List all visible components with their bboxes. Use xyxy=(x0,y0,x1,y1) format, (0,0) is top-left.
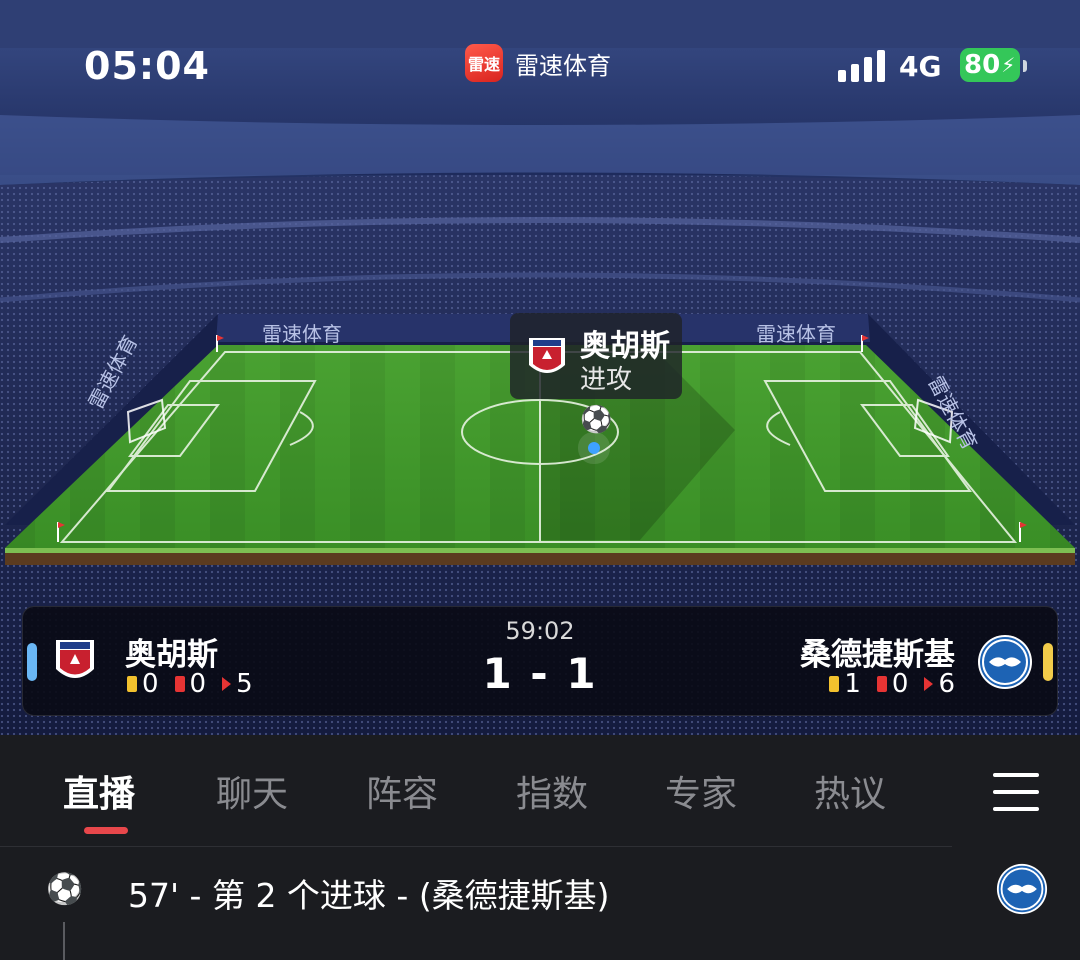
battery-level: 80 xyxy=(964,50,1001,80)
tab-experts[interactable]: 专家 xyxy=(665,765,737,817)
ad-board-top-right: 雷速体育 xyxy=(756,322,836,346)
network-type: 4G xyxy=(899,50,942,83)
event-action: 进攻 xyxy=(580,365,633,395)
status-time: 05:04 xyxy=(84,44,210,88)
timeline-line xyxy=(63,922,65,960)
app-indicator[interactable]: 雷速 雷速体育 xyxy=(465,44,611,82)
scoreboard[interactable]: 奥胡斯 0 0 5 59:02 1 - 1 桑德捷斯基 1 0 6 xyxy=(22,606,1058,716)
charging-bolt-icon: ⚡ xyxy=(1001,53,1016,77)
app-logo-icon: 雷速 xyxy=(465,44,503,82)
menu-icon[interactable] xyxy=(993,773,1039,811)
away-team-name: 桑德捷斯基 xyxy=(800,637,955,673)
app-name: 雷速体育 xyxy=(515,51,611,80)
away-corner-count: 6 xyxy=(938,669,955,699)
away-yellow-count: 1 xyxy=(844,669,861,699)
tab-chat[interactable]: 聊天 xyxy=(216,765,288,817)
tab-discussion[interactable]: 热议 xyxy=(814,765,886,817)
away-team-stats: 1 0 6 xyxy=(829,669,955,699)
feed-item[interactable]: ⚽ 57' - 第 2 个进球 - (桑德捷斯基) xyxy=(0,847,1080,937)
feed-event-text: 57' - 第 2 个进球 - (桑德捷斯基) xyxy=(128,876,610,915)
battery-icon: 80 ⚡ xyxy=(960,48,1020,82)
away-team-color-bar xyxy=(1043,643,1053,681)
soccer-ball-icon: ⚽ xyxy=(46,872,84,907)
tab-odds[interactable]: 指数 xyxy=(516,765,588,817)
tab-lineup[interactable]: 阵容 xyxy=(366,765,438,817)
event-popup: 奥胡斯 进攻 xyxy=(510,313,682,399)
red-card-icon xyxy=(876,676,887,692)
status-bar: 05:04 雷速 雷速体育 4G 80 ⚡ xyxy=(0,0,1080,110)
signal-strength-icon xyxy=(838,50,885,82)
sonderjyske-crest-icon xyxy=(978,635,1032,689)
away-red-count: 0 xyxy=(891,669,909,699)
aarhus-crest-icon xyxy=(529,338,565,373)
ball-position-marker xyxy=(588,442,600,454)
corner-flag-icon xyxy=(924,677,934,691)
battery-cap xyxy=(1023,60,1027,72)
ad-board-top-left: 雷速体育 xyxy=(262,322,342,346)
yellow-card-icon xyxy=(829,676,840,692)
sonderjyske-crest-icon xyxy=(996,863,1048,915)
tab-live[interactable]: 直播 xyxy=(63,765,135,817)
soccer-ball-icon: ⚽ xyxy=(580,405,613,435)
stadium-view: 雷速体育 雷速体育 雷速体育 雷速体育 05:04 雷速 雷速体育 4G 80 ⚡… xyxy=(0,0,1080,735)
active-tab-indicator xyxy=(84,827,128,834)
tab-bar: 直播 聊天 阵容 指数 专家 热议 xyxy=(0,735,1080,847)
